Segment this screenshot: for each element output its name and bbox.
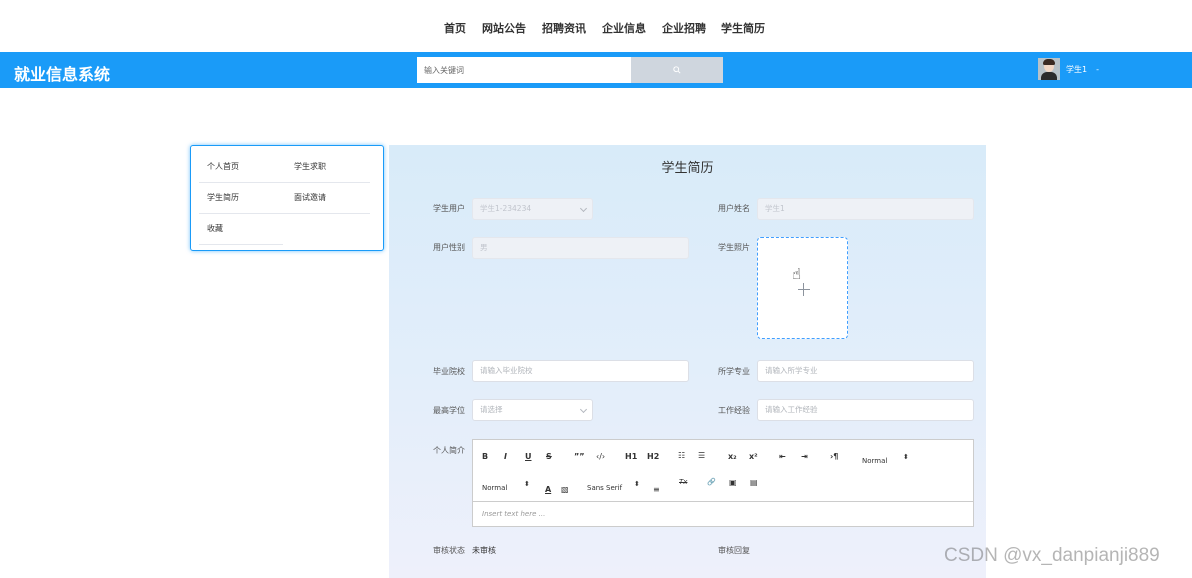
header-bar: 就业信息系统 学生1 - xyxy=(0,52,1192,88)
site-title: 就业信息系统 xyxy=(14,65,111,84)
clean-format-icon[interactable]: Tx xyxy=(679,478,687,486)
school-field[interactable]: 请输入毕业院校 xyxy=(472,360,689,382)
font-select[interactable]: Sans Serif xyxy=(587,484,622,492)
italic-button[interactable]: I xyxy=(504,452,507,461)
major-field[interactable]: 请输入所学专业 xyxy=(757,360,974,382)
align-icon[interactable]: ≡ xyxy=(653,485,660,494)
header-select[interactable]: Normal xyxy=(482,484,507,492)
background-color-icon[interactable]: ▧ xyxy=(561,485,569,494)
nav-announcements[interactable]: 网站公告 xyxy=(482,20,526,36)
user-menu[interactable]: 学生1 - xyxy=(1038,56,1099,82)
rich-text-editor: B I U S ”” ‹/› H1 H2 ☷ ☰ x₂ x² ⇤ ⇥ ›¶ No… xyxy=(472,439,974,527)
student-user-select[interactable]: 学生1-234234 xyxy=(472,198,593,220)
search-input[interactable] xyxy=(417,57,631,83)
size-select[interactable]: Normal xyxy=(862,457,887,465)
username: 学生1 xyxy=(1066,64,1088,74)
intro-label: 个人简介 xyxy=(433,446,465,455)
h1-button[interactable]: H1 xyxy=(625,452,637,461)
video-icon[interactable]: ▤ xyxy=(750,478,758,487)
photo-upload[interactable]: ☝ xyxy=(757,237,848,339)
blockquote-button[interactable]: ”” xyxy=(574,452,585,461)
subscript-button[interactable]: x₂ xyxy=(728,452,737,461)
font-color-icon[interactable]: A xyxy=(545,485,551,494)
superscript-button[interactable]: x² xyxy=(749,452,758,461)
gender-value: 男 xyxy=(480,243,488,252)
hand-cursor-icon: ☝ xyxy=(792,265,802,283)
user-name-label: 用户姓名 xyxy=(718,204,750,213)
menu-item-personal-home[interactable]: 个人首页 xyxy=(207,161,239,172)
menu-divider xyxy=(199,213,370,214)
top-navigation: 首页 网站公告 招聘资讯 企业信息 企业招聘 学生简历 xyxy=(0,0,1192,52)
review-status-label: 审核状态 xyxy=(433,546,465,555)
avatar xyxy=(1038,58,1060,80)
resume-form-panel: 学生简历 学生用户 学生1-234234 用户姓名 学生1 用户性别 男 学生照… xyxy=(389,145,986,578)
strike-button[interactable]: S xyxy=(546,452,552,461)
menu-item-favorites[interactable]: 收藏 xyxy=(207,223,223,234)
side-menu: 个人首页 学生求职 学生简历 面试邀请 收藏 xyxy=(190,145,384,251)
school-placeholder: 请输入毕业院校 xyxy=(480,366,533,375)
nav-recruitment-news[interactable]: 招聘资讯 xyxy=(542,20,586,36)
experience-placeholder: 请输入工作经验 xyxy=(765,405,818,414)
plus-icon xyxy=(798,289,810,290)
outdent-icon[interactable]: ⇤ xyxy=(779,452,786,461)
major-label: 所学专业 xyxy=(718,367,750,376)
nav-company-jobs[interactable]: 企业招聘 xyxy=(662,20,706,36)
menu-divider xyxy=(199,244,283,245)
chevron-updown-icon: ⬍ xyxy=(634,480,640,488)
menu-item-interview-invites[interactable]: 面试邀请 xyxy=(294,192,326,203)
chevron-down-icon: - xyxy=(1096,64,1099,74)
search-box xyxy=(417,57,723,83)
chevron-updown-icon: ⬍ xyxy=(903,453,909,461)
photo-label: 学生照片 xyxy=(718,243,750,252)
code-button[interactable]: ‹/› xyxy=(596,452,605,461)
watermark: CSDN @vx_danpianji889 xyxy=(944,545,1160,566)
student-user-value: 学生1-234234 xyxy=(480,204,532,213)
experience-field[interactable]: 请输入工作经验 xyxy=(757,399,974,421)
degree-select[interactable]: 请选择 xyxy=(472,399,593,421)
chevron-down-icon xyxy=(579,405,588,414)
image-icon[interactable]: ▣ xyxy=(729,478,737,487)
chevron-updown-icon: ⬍ xyxy=(524,480,530,488)
bold-button[interactable]: B xyxy=(482,452,488,461)
school-label: 毕业院校 xyxy=(433,367,465,376)
gender-field[interactable]: 男 xyxy=(472,237,689,259)
menu-item-student-resume[interactable]: 学生简历 xyxy=(207,192,239,203)
h2-button[interactable]: H2 xyxy=(647,452,659,461)
review-reply-label: 审核回复 xyxy=(718,546,750,555)
editor-toolbar: B I U S ”” ‹/› H1 H2 ☷ ☰ x₂ x² ⇤ ⇥ ›¶ No… xyxy=(473,440,973,502)
search-icon xyxy=(673,66,681,74)
user-name-field[interactable]: 学生1 xyxy=(757,198,974,220)
bullet-list-icon[interactable]: ☰ xyxy=(698,451,705,460)
gender-label: 用户性别 xyxy=(433,243,465,252)
text-direction-icon[interactable]: ›¶ xyxy=(830,452,838,461)
experience-label: 工作经验 xyxy=(718,406,750,415)
nav-student-resume[interactable]: 学生简历 xyxy=(721,20,765,36)
underline-button[interactable]: U xyxy=(525,452,532,461)
degree-placeholder: 请选择 xyxy=(480,405,503,414)
nav-home[interactable]: 首页 xyxy=(444,20,466,36)
review-status-value: 未审核 xyxy=(472,546,496,555)
indent-icon[interactable]: ⇥ xyxy=(801,452,808,461)
page-title: 学生简历 xyxy=(661,161,714,176)
chevron-down-icon xyxy=(579,204,588,213)
nav-company-info[interactable]: 企业信息 xyxy=(602,20,646,36)
student-user-label: 学生用户 xyxy=(433,204,465,213)
plus-icon-vertical xyxy=(803,283,804,296)
major-placeholder: 请输入所学专业 xyxy=(765,366,818,375)
menu-divider xyxy=(199,182,370,183)
ordered-list-icon[interactable]: ☷ xyxy=(678,451,685,460)
search-button[interactable] xyxy=(631,57,723,83)
user-name-value: 学生1 xyxy=(765,204,785,213)
menu-item-job-seeking[interactable]: 学生求职 xyxy=(294,161,326,172)
degree-label: 最高学位 xyxy=(433,406,465,415)
link-icon[interactable]: 🔗 xyxy=(707,478,716,486)
editor-text-area[interactable]: Insert text here ... xyxy=(482,510,545,518)
